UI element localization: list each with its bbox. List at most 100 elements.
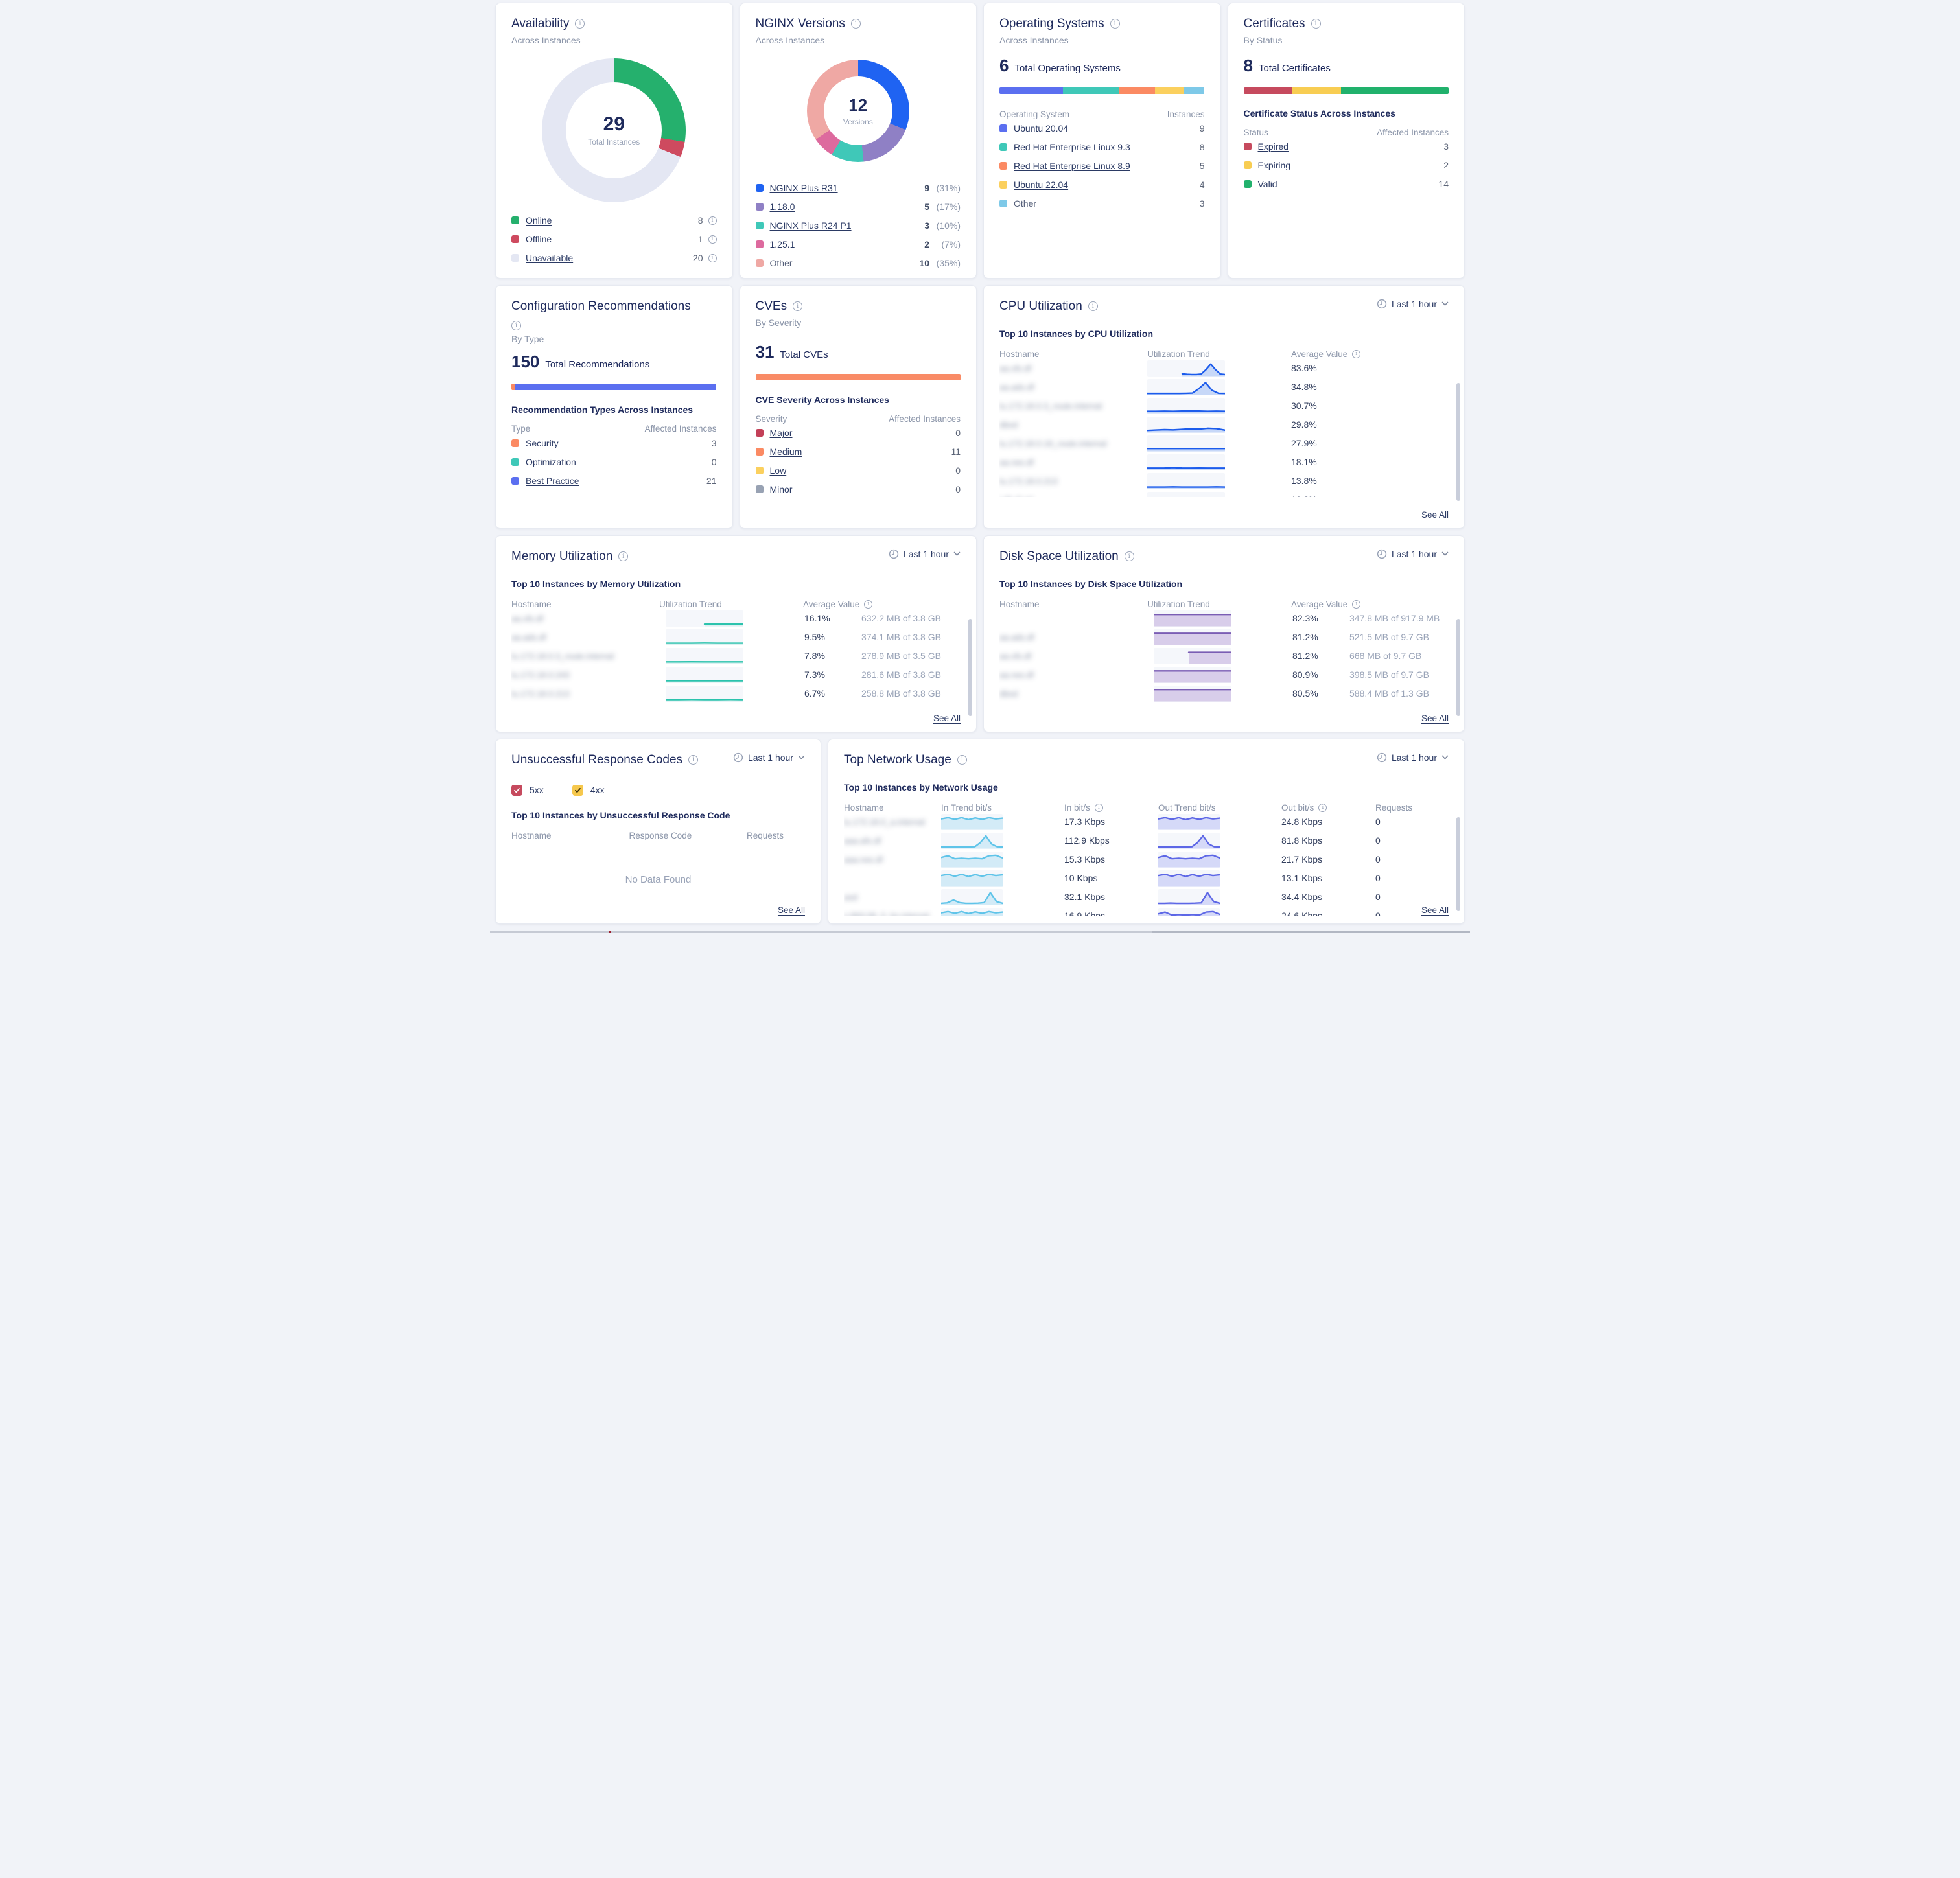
hostname-redacted[interactable]: lu.172.18.0.243 <box>511 670 666 680</box>
section-title: Top 10 Instances by Unsuccessful Respons… <box>511 810 805 820</box>
see-all-link[interactable]: See All <box>933 713 961 723</box>
time-range-selector[interactable]: Last 1 hour <box>1377 752 1449 763</box>
severity-link-medium[interactable]: Medium <box>770 446 802 457</box>
os-link[interactable]: Ubuntu 20.04 <box>1014 123 1068 133</box>
filter-4xx-checkbox[interactable]: 4xx <box>572 785 605 796</box>
hostname-redacted[interactable]: aa.xfs.df <box>999 364 1147 373</box>
hostname-redacted[interactable]: lu.172.18.0.3_route.internal <box>999 401 1147 411</box>
info-icon[interactable] <box>1110 19 1120 29</box>
hostname-redacted[interactable]: lu.172.18.0_a.internal <box>844 817 941 827</box>
legend-swatch <box>511 216 519 224</box>
hostname-redacted[interactable]: aaa.afs.df <box>844 836 941 846</box>
in-bits-value: 15.3 Kbps <box>1064 854 1158 864</box>
status-link-expired[interactable]: Expired <box>1258 141 1289 152</box>
hostname-redacted[interactable]: aa.rws.df <box>999 670 1154 680</box>
os-link[interactable]: Ubuntu 22.04 <box>1014 180 1068 190</box>
status-link-expiring[interactable]: Expiring <box>1258 160 1291 170</box>
scrollbar[interactable] <box>1456 383 1460 501</box>
hostname-redacted[interactable]: aaa.rws.df <box>844 855 941 864</box>
legend-link-online[interactable]: Online <box>526 215 552 226</box>
cpu-sparkline <box>1147 473 1225 489</box>
legend-link[interactable]: NGINX Plus R31 <box>770 183 838 193</box>
os-link[interactable]: Red Hat Enterprise Linux 9.3 <box>1014 142 1130 152</box>
time-range-selector[interactable]: Last 1 hour <box>1377 299 1449 309</box>
card-subtitle: Across Instances <box>756 35 961 45</box>
status-link-valid[interactable]: Valid <box>1258 179 1278 189</box>
os-count: 3 <box>1200 198 1205 209</box>
os-link[interactable]: Red Hat Enterprise Linux 8.9 <box>1014 161 1130 171</box>
legend-link-offline[interactable]: Offline <box>526 234 552 244</box>
info-icon[interactable] <box>851 19 861 29</box>
total-certificates-value: 8 <box>1244 56 1253 76</box>
legend-link-unavailable[interactable]: Unavailable <box>526 253 573 263</box>
scrollbar[interactable] <box>1456 619 1460 716</box>
info-icon[interactable] <box>708 235 717 244</box>
info-icon[interactable] <box>708 254 717 262</box>
hostname-redacted[interactable]: s.893.08_0_bs.internal <box>844 911 941 916</box>
filter-label: 5xx <box>530 785 544 795</box>
hostname-redacted[interactable]: lu.172.18.0.3_route.internal <box>511 651 666 661</box>
legend-link[interactable]: 1.18.0 <box>770 202 795 212</box>
hostname-redacted[interactable]: aa.xfs.df <box>999 651 1154 661</box>
legend-link[interactable]: 1.25.1 <box>770 239 795 249</box>
time-range-selector[interactable]: Last 1 hour <box>733 752 805 763</box>
memory-usage-detail: 278.9 MB of 3.5 GB <box>861 651 961 661</box>
section-title: CVE Severity Across Instances <box>756 395 961 405</box>
info-icon[interactable] <box>708 216 717 225</box>
see-all-link[interactable]: See All <box>778 905 805 915</box>
severity-link-minor[interactable]: Minor <box>770 484 793 494</box>
nginx-versions-donut-chart[interactable]: 12 Versions <box>807 60 909 162</box>
os-count: 8 <box>1200 142 1205 152</box>
info-icon[interactable] <box>793 301 802 311</box>
see-all-link[interactable]: See All <box>1421 905 1449 915</box>
time-range-label: Last 1 hour <box>1392 299 1437 309</box>
disk-sparkline <box>1154 629 1231 645</box>
filter-5xx-checkbox[interactable]: 5xx <box>511 785 544 796</box>
see-all-link[interactable]: See All <box>1421 510 1449 520</box>
info-icon[interactable] <box>688 755 698 765</box>
legend-link[interactable]: NGINX Plus R24 P1 <box>770 220 852 231</box>
info-icon[interactable] <box>575 19 585 29</box>
info-icon[interactable] <box>1352 600 1360 609</box>
hostname-redacted[interactable]: aa.xfs.df <box>511 614 666 623</box>
info-icon[interactable] <box>957 755 967 765</box>
severity-link-major[interactable]: Major <box>770 428 793 438</box>
info-icon[interactable] <box>1352 350 1360 358</box>
scrollbar[interactable] <box>968 619 972 716</box>
availability-donut-chart[interactable]: 29 Total Instances <box>542 58 686 202</box>
info-icon[interactable] <box>1095 804 1103 812</box>
hostname-redacted[interactable]: aa.ads.df <box>999 382 1147 392</box>
hostname-redacted[interactable]: aa.ads.df <box>511 632 666 642</box>
info-icon[interactable] <box>1088 301 1098 311</box>
info-icon[interactable] <box>1125 551 1134 561</box>
type-link-best-practice[interactable]: Best Practice <box>526 476 579 486</box>
hostname-redacted[interactable]: asd <box>844 892 941 902</box>
hostname-redacted[interactable]: lu.172.18.0.19_route.internal <box>999 439 1147 448</box>
info-icon[interactable] <box>1318 804 1327 812</box>
see-all-link[interactable]: See All <box>1421 713 1449 723</box>
info-icon[interactable] <box>1311 19 1321 29</box>
legend-swatch <box>999 181 1007 189</box>
hostname-redacted[interactable]: lu.172.18.0.213 <box>999 476 1147 486</box>
time-range-selector[interactable]: Last 1 hour <box>1377 549 1449 559</box>
type-link-security[interactable]: Security <box>526 438 559 448</box>
severity-link-low[interactable]: Low <box>770 465 787 476</box>
hostname-redacted[interactable]: aa.rws.df <box>999 458 1147 467</box>
out-bits-value: 81.8 Kbps <box>1281 835 1375 846</box>
info-icon[interactable] <box>618 551 628 561</box>
hostname-redacted[interactable]: i.dk.di.sd <box>999 495 1147 497</box>
hostname-redacted[interactable]: dbsd <box>999 689 1154 699</box>
donut-total-label: Total Instances <box>588 137 640 146</box>
type-link-optimization[interactable]: Optimization <box>526 457 576 467</box>
scrollbar[interactable] <box>1456 817 1460 911</box>
memory-average-value: 16.1% <box>804 613 861 623</box>
disk-table: 82.3% 347.8 MB of 917.9 MB aa.ads.df 81.… <box>999 609 1449 704</box>
total-os-label: Total Operating Systems <box>1014 63 1120 74</box>
info-icon[interactable] <box>864 600 872 609</box>
hostname-redacted[interactable]: lu.172.18.0.213 <box>511 689 666 699</box>
info-icon[interactable] <box>511 321 521 330</box>
hostname-redacted[interactable]: dbsd <box>999 420 1147 430</box>
hostname-redacted[interactable]: aa.ads.df <box>999 632 1154 642</box>
cpu-row: lu.172.18.0.213 13.8% <box>999 472 1449 491</box>
time-range-selector[interactable]: Last 1 hour <box>889 549 961 559</box>
